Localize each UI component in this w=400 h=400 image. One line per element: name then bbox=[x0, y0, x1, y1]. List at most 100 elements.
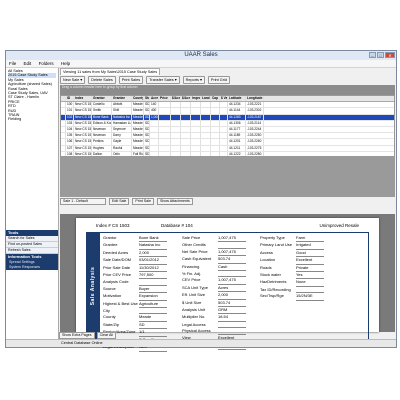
report-field-value: None bbox=[296, 279, 324, 287]
column-header[interactable]: Index bbox=[74, 96, 92, 102]
column-header[interactable]: Acres bbox=[150, 96, 159, 102]
menu-help[interactable]: Help bbox=[61, 61, 70, 66]
table-cell bbox=[181, 102, 191, 108]
table-cell bbox=[211, 145, 220, 151]
table-cell: Meade bbox=[133, 133, 144, 139]
report-field-label: Multiplier No. bbox=[182, 314, 206, 320]
report-field-label: Primary Land Use bbox=[260, 242, 293, 248]
column-header[interactable]: $/Acre bbox=[181, 96, 191, 102]
table-cell: -103.2275 bbox=[246, 145, 264, 151]
report-field-label: Stock water bbox=[260, 272, 281, 278]
report-field: County Meade bbox=[103, 314, 167, 322]
report-field-value: 503.74 bbox=[218, 300, 246, 308]
column-header[interactable]: Improved bbox=[191, 96, 201, 102]
report-select[interactable]: Sale 1 - Default bbox=[60, 198, 106, 205]
table-cell bbox=[211, 139, 220, 145]
menu-file[interactable]: File bbox=[9, 61, 16, 66]
report-field-value: 18.54 bbox=[218, 314, 246, 322]
menu-edit[interactable]: Edit bbox=[24, 61, 32, 66]
column-header[interactable]: Grantee bbox=[112, 96, 132, 102]
report-field-value: 15/2N/3E bbox=[296, 293, 324, 301]
report-field-label: Sec/Twp/Rge bbox=[260, 293, 284, 299]
print-grid-button[interactable]: Print Grid bbox=[207, 75, 230, 84]
report-field: Property Type Farm bbox=[260, 235, 324, 243]
column-header[interactable]: $ Value bbox=[220, 96, 228, 102]
delete-sales-button[interactable]: Delete Sales bbox=[88, 75, 116, 84]
tree-item[interactable]: Fielding bbox=[8, 117, 56, 121]
clear-all-button[interactable]: Clear All bbox=[96, 332, 116, 339]
column-header[interactable]: Cap Rate bbox=[211, 96, 220, 102]
grid-empty-area bbox=[60, 157, 395, 197]
column-header[interactable]: Price bbox=[159, 96, 171, 102]
maximize-icon[interactable]: □ bbox=[377, 52, 384, 58]
report-field: CEV Price 1,007,475 bbox=[182, 277, 246, 285]
report-field-label: Sale Price bbox=[182, 235, 201, 240]
report-index: Index # CS 1503 bbox=[96, 223, 130, 228]
table-cell: 44.1144 bbox=[228, 108, 246, 114]
new-sale-button[interactable]: New Sale ▾ bbox=[60, 75, 86, 84]
table-cell bbox=[150, 126, 159, 133]
report-field: Deeded Acres 2,000 bbox=[103, 250, 167, 258]
column-header[interactable]: $/Acre bbox=[171, 96, 181, 102]
edit-sale-button[interactable]: Edit Sale bbox=[109, 198, 130, 205]
report-field-value: Agriculture bbox=[139, 301, 167, 309]
show-extra-pages-button[interactable]: Show Extra Pages bbox=[59, 332, 95, 339]
table-cell: 44.1177 bbox=[228, 126, 246, 133]
table-cell bbox=[201, 145, 211, 151]
table-cell bbox=[150, 139, 159, 145]
column-header[interactable]: Latitude bbox=[228, 96, 246, 102]
report-banner-text: Sale Analysis bbox=[89, 266, 96, 306]
tab-sales-view[interactable]: Viewing 11 sales from My Sales\2015 Case… bbox=[60, 68, 161, 75]
tree-item[interactable]: Agriculture (shared Sales) bbox=[8, 82, 56, 86]
table-cell bbox=[171, 133, 181, 139]
column-header[interactable]: Grantor bbox=[92, 96, 112, 102]
table-cell: 107 bbox=[67, 145, 74, 151]
report-field-label: Cash Equivalent bbox=[182, 256, 212, 262]
table-cell: New CS 1504 bbox=[75, 120, 92, 126]
report-field-label: CEV Price bbox=[182, 277, 201, 283]
report-field-label: Property Type bbox=[260, 235, 285, 240]
table-cell: Edison & Koch bbox=[93, 120, 112, 126]
table-cell bbox=[159, 145, 171, 151]
table-cell: 106 bbox=[67, 139, 74, 145]
show-attachments-button[interactable]: Show Attachments bbox=[156, 198, 193, 205]
print-sales-button[interactable]: Print Sales bbox=[118, 75, 144, 84]
table-cell: Hughes bbox=[92, 145, 112, 151]
table-cell bbox=[220, 102, 228, 108]
table-cell: Seymore bbox=[112, 126, 132, 133]
table-cell bbox=[201, 108, 211, 114]
report-field-value: SD bbox=[139, 322, 167, 330]
table-cell bbox=[220, 133, 228, 139]
minimize-icon[interactable]: – bbox=[369, 52, 376, 58]
close-icon[interactable]: ✕ bbox=[385, 52, 395, 58]
table-cell bbox=[171, 120, 181, 126]
report-field: Stock water Yes bbox=[260, 272, 324, 280]
report-field: Cash Equivalent 503.74 bbox=[182, 256, 246, 264]
report-field: Analysis Unit GRM bbox=[182, 307, 246, 315]
transfer-sales-button[interactable]: Transfer Sales ▾ bbox=[146, 75, 180, 84]
table-cell bbox=[171, 145, 181, 151]
table-cell: Natasha Inc bbox=[113, 114, 132, 120]
menu-folders[interactable]: Folders bbox=[39, 61, 54, 66]
column-header[interactable]: Land $/Acre bbox=[201, 96, 211, 102]
print-sale-button[interactable]: Print Sale bbox=[132, 198, 154, 205]
table-cell bbox=[171, 108, 181, 114]
table-cell bbox=[211, 102, 220, 108]
report-field-value: Bone Bank bbox=[139, 235, 167, 243]
system-responses-link[interactable]: System Responses bbox=[6, 265, 58, 270]
table-cell: New CS 1501 bbox=[75, 102, 92, 108]
report-field-label: SCA Unit Type bbox=[182, 284, 208, 290]
column-header[interactable]: Longitude bbox=[246, 96, 264, 102]
column-header[interactable]: County bbox=[132, 96, 144, 102]
table-cell bbox=[191, 139, 201, 145]
group-by-bar[interactable]: Drag a column header here to group by th… bbox=[60, 85, 395, 95]
table-cell bbox=[220, 126, 228, 133]
report-field-value: Yes bbox=[296, 272, 324, 280]
report-viewer[interactable]: Index # CS 1503 Database # 104 Unimprove… bbox=[60, 214, 395, 352]
table-cell bbox=[201, 102, 211, 108]
report-field-label: Prior CEV Price bbox=[103, 272, 132, 278]
column-header[interactable]: ID bbox=[66, 96, 74, 102]
table-cell: 44.1306 bbox=[228, 120, 246, 126]
reports-button[interactable]: Reports ▾ bbox=[182, 75, 205, 84]
report-field-label: Location bbox=[260, 257, 276, 263]
